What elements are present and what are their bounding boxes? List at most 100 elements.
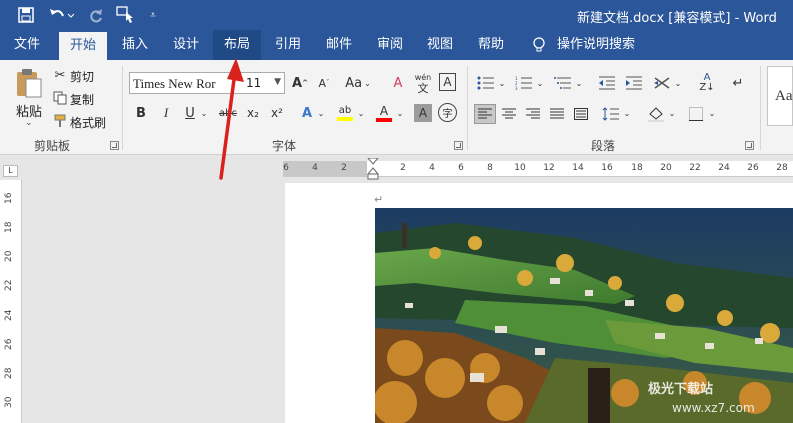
underline-button[interactable]: U xyxy=(181,104,199,122)
clipboard-launcher-icon[interactable] xyxy=(110,141,119,150)
sort-icon[interactable]: A Z↓ xyxy=(698,72,716,94)
bullets-dropdown-icon[interactable]: ⌄ xyxy=(497,74,507,92)
highlight-button[interactable]: ab xyxy=(335,102,355,124)
watermark-url: www.xz7.com xyxy=(672,401,755,415)
customize-qat-icon[interactable]: ⩡ xyxy=(146,5,160,25)
cut-button[interactable]: 剪切 xyxy=(70,68,94,85)
tab-selector-icon[interactable]: L xyxy=(3,165,18,177)
paste-dropdown-icon[interactable]: ⌄ xyxy=(25,118,33,128)
scissors-icon[interactable]: ✂ xyxy=(52,67,68,83)
clear-formatting-icon[interactable]: A xyxy=(388,73,408,93)
change-case-button[interactable]: Aa ⌄ xyxy=(342,73,374,93)
font-color-button[interactable]: A xyxy=(374,102,394,124)
tell-me-search[interactable]: 操作说明搜索 xyxy=(556,30,636,60)
shrink-font-icon[interactable]: Aˇ xyxy=(316,73,332,93)
vertical-ruler[interactable]: 16 18 20 22 24 26 28 30 xyxy=(0,180,22,423)
paragraph-launcher-icon[interactable] xyxy=(745,141,754,150)
inserted-picture[interactable] xyxy=(375,208,793,423)
multilevel-list-icon[interactable] xyxy=(553,74,573,92)
ruler-number: 24 xyxy=(4,309,14,321)
tab-view[interactable]: 视图 xyxy=(417,30,463,60)
redo-icon[interactable] xyxy=(86,5,106,25)
ruler-number: 28 xyxy=(776,163,788,173)
align-left-icon[interactable] xyxy=(474,104,496,124)
tab-design[interactable]: 设计 xyxy=(163,30,209,60)
highlight-dropdown-icon[interactable]: ⌄ xyxy=(356,104,366,122)
font-color-dropdown-icon[interactable]: ⌄ xyxy=(395,104,405,122)
highlight-label: ab xyxy=(338,105,352,116)
copy-button[interactable]: 复制 xyxy=(70,91,94,108)
undo-icon[interactable] xyxy=(47,5,75,25)
font-name-box[interactable]: Times New Ror 11 ▼ xyxy=(129,72,285,94)
document-title: 新建文档.docx [兼容模式] - Word xyxy=(577,11,777,26)
decrease-indent-icon[interactable] xyxy=(597,74,617,92)
numbering-icon[interactable]: 123 xyxy=(514,74,534,92)
borders-icon[interactable] xyxy=(686,104,706,124)
underline-dropdown-icon[interactable]: ⌄ xyxy=(199,104,209,122)
shading-dropdown-icon[interactable]: ⌄ xyxy=(667,104,677,122)
justify-icon[interactable] xyxy=(547,104,567,124)
lightbulb-icon[interactable] xyxy=(528,30,550,60)
ruler-number: 20 xyxy=(4,250,14,262)
tab-mailings[interactable]: 邮件 xyxy=(316,30,362,60)
clipboard-group-label: 剪贴板 xyxy=(34,139,71,153)
bold-button[interactable]: B xyxy=(132,104,150,122)
styles-gallery[interactable]: Aa xyxy=(767,66,793,126)
superscript-button[interactable]: x² xyxy=(268,104,286,122)
ruler-number: 24 xyxy=(718,163,730,173)
horizontal-ruler[interactable]: 6 4 2 2 4 6 8 10 12 14 16 18 20 22 24 26… xyxy=(283,158,793,180)
character-border-icon[interactable]: A xyxy=(439,73,456,91)
paragraph-shading-icon[interactable] xyxy=(646,104,666,124)
character-shading-icon[interactable]: A xyxy=(414,104,432,122)
italic-button[interactable]: I xyxy=(157,104,175,122)
chinese-layout-dropdown-icon[interactable]: ⌄ xyxy=(673,74,683,92)
format-painter-icon[interactable] xyxy=(52,113,68,129)
text-effects-dropdown-icon[interactable]: ⌄ xyxy=(316,104,326,122)
distributed-icon[interactable] xyxy=(571,104,591,124)
multilevel-dropdown-icon[interactable]: ⌄ xyxy=(574,74,584,92)
tab-home[interactable]: 开始 xyxy=(59,32,107,60)
ruler-number: 16 xyxy=(4,192,14,204)
svg-text:3: 3 xyxy=(515,86,518,90)
ruler-number: 16 xyxy=(601,163,613,173)
copy-icon[interactable] xyxy=(52,90,68,106)
format-painter-button[interactable]: 格式刷 xyxy=(70,114,106,131)
increase-indent-icon[interactable] xyxy=(624,74,644,92)
line-spacing-icon[interactable] xyxy=(601,104,621,124)
highlight-color-bar xyxy=(337,117,353,121)
ribbon-tabs: 文件 开始 插入 设计 布局 引用 邮件 审阅 视图 帮助 操作说明搜索 xyxy=(0,30,793,60)
paragraph-mark-icon: ↵ xyxy=(374,193,384,206)
tab-layout[interactable]: 布局 xyxy=(213,30,261,60)
touch-mode-icon[interactable] xyxy=(115,5,137,25)
subscript-button[interactable]: x₂ xyxy=(244,104,262,122)
ruler-number: 18 xyxy=(631,163,643,173)
indent-marker-icon[interactable] xyxy=(367,158,379,180)
font-name-input[interactable]: Times New Ror xyxy=(133,76,216,92)
paste-icon[interactable] xyxy=(12,66,46,100)
phonetic-guide-icon[interactable]: wén 文 xyxy=(413,70,433,96)
tab-file[interactable]: 文件 xyxy=(4,30,50,60)
strikethrough-button[interactable]: abc xyxy=(217,104,239,122)
borders-dropdown-icon[interactable]: ⌄ xyxy=(707,104,717,122)
save-icon[interactable] xyxy=(16,5,36,25)
font-size-input[interactable]: 11 xyxy=(246,76,261,90)
tab-insert[interactable]: 插入 xyxy=(112,30,158,60)
tab-help[interactable]: 帮助 xyxy=(468,30,514,60)
ruler-number: 20 xyxy=(660,163,672,173)
align-right-icon[interactable] xyxy=(523,104,543,124)
font-color-bar xyxy=(376,118,392,122)
font-launcher-icon[interactable] xyxy=(454,141,463,150)
align-center-icon[interactable] xyxy=(499,104,519,124)
numbering-dropdown-icon[interactable]: ⌄ xyxy=(535,74,545,92)
show-paragraph-marks-icon[interactable]: ↵ xyxy=(730,74,746,92)
line-spacing-dropdown-icon[interactable]: ⌄ xyxy=(622,104,632,122)
chinese-layout-icon[interactable] xyxy=(652,74,672,92)
tab-references[interactable]: 引用 xyxy=(265,30,311,60)
bullets-icon[interactable] xyxy=(476,74,496,92)
text-effects-icon[interactable]: A xyxy=(299,104,315,122)
enclose-characters-icon[interactable]: 字 xyxy=(438,103,457,122)
chevron-down-icon[interactable]: ▼ xyxy=(274,77,281,87)
ruler-number: 6 xyxy=(458,163,464,173)
grow-font-icon[interactable]: A ^ xyxy=(292,73,308,93)
tab-review[interactable]: 审阅 xyxy=(367,30,413,60)
